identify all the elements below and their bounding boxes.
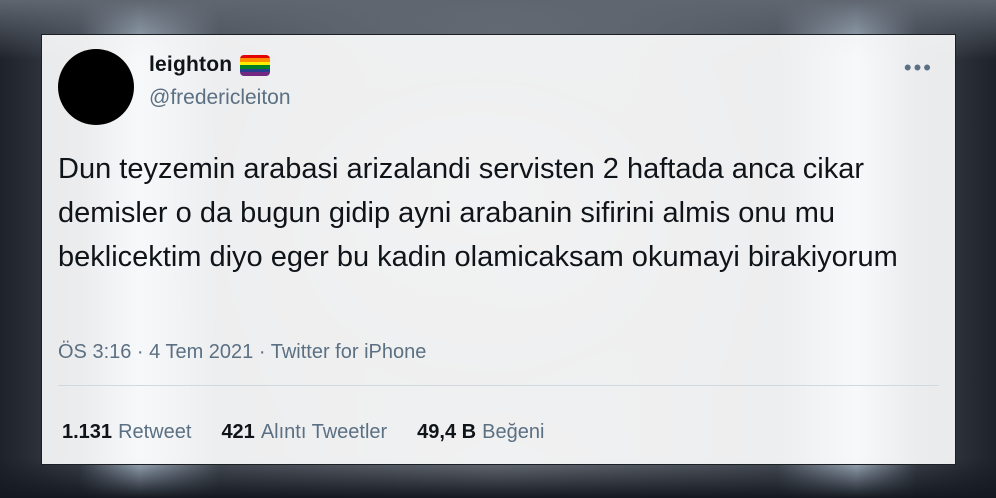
like-label: Beğeni bbox=[482, 421, 545, 443]
author-name-row: leighton bbox=[149, 53, 271, 77]
quote-stat[interactable]: 421 Alıntı Tweetler bbox=[221, 421, 387, 444]
more-horizontal-icon[interactable]: ••• bbox=[904, 57, 933, 79]
display-name[interactable]: leighton bbox=[149, 53, 232, 77]
retweet-label: Retweet bbox=[118, 421, 192, 443]
quote-count: 421 bbox=[221, 421, 255, 443]
retweet-stat[interactable]: 1.131 Retweet bbox=[62, 421, 191, 444]
tweet-card: leighton @fredericleiton ••• Dun teyzemi… bbox=[41, 34, 956, 465]
like-count: 49,4 B bbox=[417, 421, 477, 443]
engagement-stats: 1.131 Retweet 421 Alıntı Tweetler 49,4 B… bbox=[62, 421, 544, 444]
tweet-text: Dun teyzemin arabasi arizalandi serviste… bbox=[58, 153, 898, 273]
tweet-timestamp-source[interactable]: ÖS 3:16 · 4 Tem 2021 · Twitter for iPhon… bbox=[58, 341, 426, 364]
author-handle[interactable]: @fredericleiton bbox=[149, 86, 291, 110]
avatar[interactable] bbox=[58, 49, 134, 125]
retweet-count: 1.131 bbox=[62, 421, 113, 443]
rainbow-flag-icon bbox=[240, 54, 271, 76]
divider bbox=[58, 385, 939, 386]
like-stat[interactable]: 49,4 B Beğeni bbox=[417, 421, 544, 444]
quote-label: Alıntı Tweetler bbox=[260, 421, 388, 443]
